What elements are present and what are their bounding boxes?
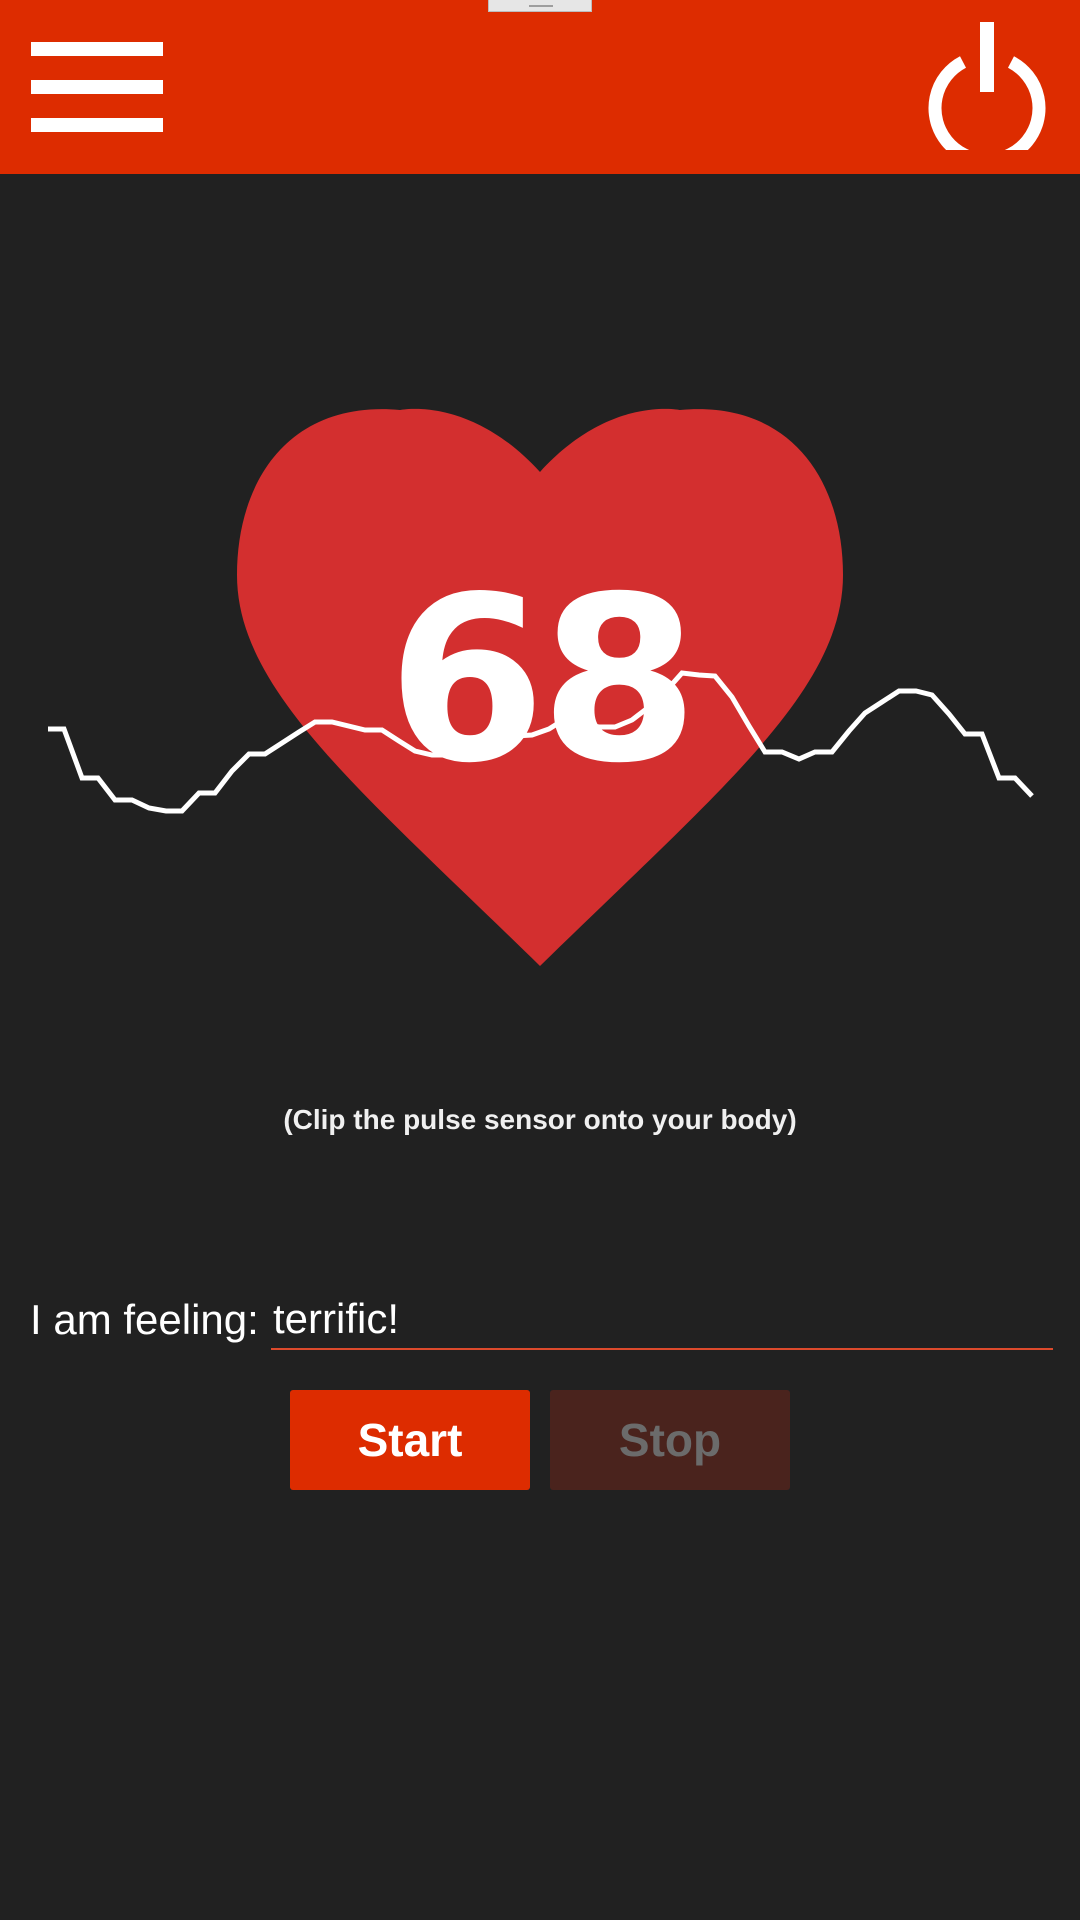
drag-handle[interactable] [488,0,592,12]
power-icon [928,22,1046,167]
start-button[interactable]: Start [290,1390,530,1490]
stop-button[interactable]: Stop [550,1390,790,1490]
hint-text: (Clip the pulse sensor onto your body) [283,1104,797,1135]
pulse-trace [48,670,1034,814]
feeling-label: I am feeling: [30,1296,259,1343]
feeling-input[interactable] [271,1290,1053,1350]
menu-button[interactable] [31,42,163,132]
power-button[interactable] [925,18,1049,167]
app-bar [0,0,1080,174]
